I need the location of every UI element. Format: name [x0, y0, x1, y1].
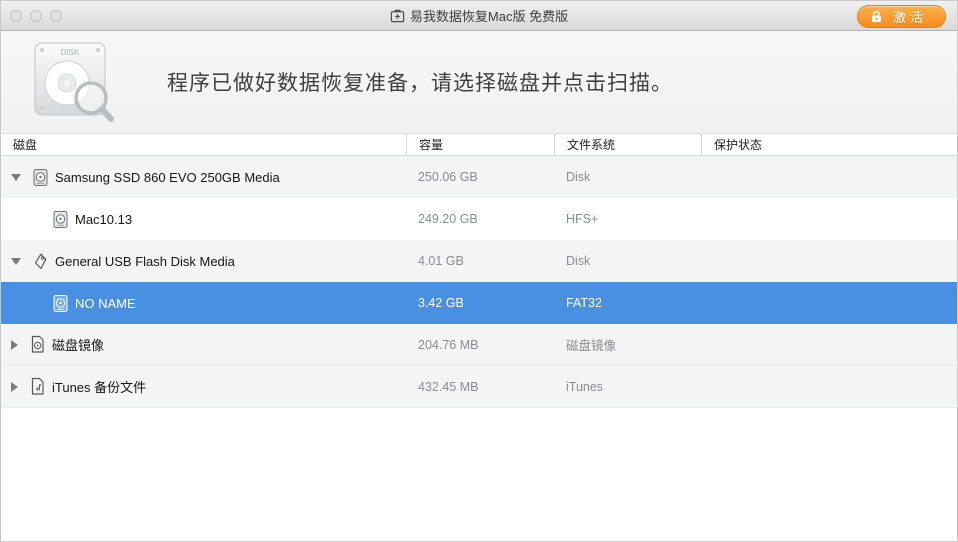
table-header: 磁盘 容量 文件系统 保护状态	[1, 133, 957, 156]
column-header-disk: 磁盘	[1, 134, 406, 155]
row-filesystem: Disk	[554, 156, 701, 198]
row-name: Mac10.13	[75, 212, 132, 227]
row-filesystem: 磁盘镜像	[554, 324, 701, 365]
column-header-protection: 保护状态	[701, 134, 957, 155]
row-protection	[701, 324, 957, 365]
row-protection	[701, 240, 957, 282]
row-capacity: 250.06 GB	[406, 156, 554, 198]
row-disk-image[interactable]: 磁盘镜像 204.76 MB 磁盘镜像	[1, 324, 957, 366]
row-name: 磁盘镜像	[52, 335, 104, 354]
volume-row-mac1013[interactable]: Mac10.13 249.20 GB HFS+	[1, 198, 957, 240]
row-capacity: 432.45 MB	[406, 366, 554, 407]
row-filesystem: FAT32	[554, 282, 701, 324]
row-protection	[701, 198, 957, 240]
usb-drive-icon	[32, 252, 49, 271]
column-header-filesystem: 文件系统	[554, 134, 701, 155]
row-itunes-backup[interactable]: iTunes 备份文件 432.45 MB iTunes	[1, 366, 957, 408]
disk-row-general-usb[interactable]: General USB Flash Disk Media 4.01 GB Dis…	[1, 240, 957, 282]
empty-table-area	[1, 408, 957, 542]
itunes-backup-icon	[29, 377, 46, 396]
activate-button[interactable]: 激活	[857, 5, 946, 28]
row-name: General USB Flash Disk Media	[55, 254, 235, 269]
row-capacity: 249.20 GB	[406, 198, 554, 240]
activate-label: 激活	[893, 7, 927, 26]
disk-search-icon: DISK	[29, 41, 125, 123]
row-protection	[701, 366, 957, 407]
row-protection	[701, 156, 957, 198]
disclosure-triangle-expanded[interactable]	[11, 174, 21, 181]
row-filesystem: Disk	[554, 240, 701, 282]
banner: DISK 程序已做好数据恢复准备，请选择磁盘并点击扫描。	[1, 31, 957, 133]
banner-message: 程序已做好数据恢复准备，请选择磁盘并点击扫描。	[167, 67, 673, 97]
title-bar: 易我数据恢复Mac版 免费版 激活	[1, 1, 957, 31]
row-filesystem: iTunes	[554, 366, 701, 407]
disk-row-samsung-ssd[interactable]: Samsung SSD 860 EVO 250GB Media 250.06 G…	[1, 156, 957, 198]
disk-image-icon	[29, 335, 46, 354]
row-name: NO NAME	[75, 296, 136, 311]
window-title: 易我数据恢复Mac版 免费版	[410, 6, 568, 25]
lock-icon	[870, 10, 883, 23]
disclosure-triangle-collapsed[interactable]	[11, 340, 18, 350]
column-header-capacity: 容量	[406, 134, 554, 155]
row-filesystem: HFS+	[554, 198, 701, 240]
row-name: Samsung SSD 860 EVO 250GB Media	[55, 170, 280, 185]
close-button[interactable]	[10, 10, 22, 22]
app-proxy-icon	[390, 8, 405, 23]
row-protection	[701, 282, 957, 324]
volume-disk-icon	[52, 294, 69, 313]
volume-disk-icon	[52, 210, 69, 229]
row-name: iTunes 备份文件	[52, 377, 146, 396]
app-window: 易我数据恢复Mac版 免费版 激活 DISK	[0, 0, 958, 542]
row-capacity: 3.42 GB	[406, 282, 554, 324]
window-title-group: 易我数据恢复Mac版 免费版	[1, 6, 957, 25]
minimize-button[interactable]	[30, 10, 42, 22]
internal-disk-icon	[32, 168, 49, 187]
row-capacity: 204.76 MB	[406, 324, 554, 365]
volume-row-no-name[interactable]: NO NAME 3.42 GB FAT32	[1, 282, 957, 324]
traffic-lights	[10, 1, 62, 31]
zoom-button[interactable]	[50, 10, 62, 22]
disclosure-triangle-expanded[interactable]	[11, 258, 21, 265]
disk-icon-label: DISK	[61, 48, 80, 57]
disclosure-triangle-collapsed[interactable]	[11, 382, 18, 392]
row-capacity: 4.01 GB	[406, 240, 554, 282]
